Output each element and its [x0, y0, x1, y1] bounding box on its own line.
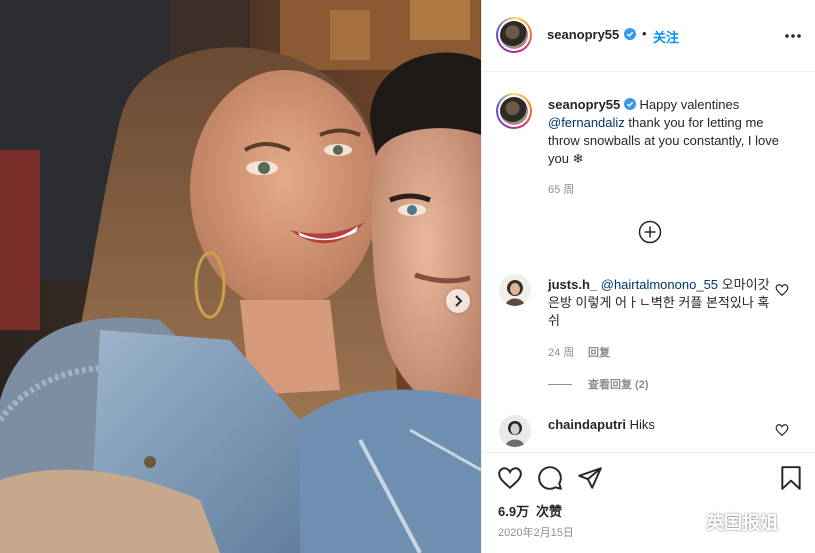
caption-mention-link[interactable]: @fernandaliz	[548, 115, 625, 130]
likes-label[interactable]: 次赞	[536, 501, 562, 520]
post-actions-bar: 6.9万 次赞 2020年2月15日 英国报姐	[482, 452, 815, 553]
share-paper-plane-icon[interactable]	[577, 465, 603, 491]
reply-button[interactable]: 回复	[588, 344, 610, 360]
save-bookmark-icon[interactable]	[778, 465, 804, 491]
view-replies-label: 查看回复 (2)	[588, 379, 649, 391]
verified-badge-icon	[623, 98, 636, 110]
caption-timestamp: 65 周	[548, 184, 575, 196]
replies-divider-line	[548, 383, 572, 385]
comment-avatar[interactable]	[499, 415, 531, 447]
post-caption: seanopry55 Happy valentines @fernandaliz…	[548, 96, 798, 168]
verified-badge-icon	[624, 28, 636, 40]
comment-username[interactable]: justs.h_	[548, 277, 597, 292]
chevron-right-icon	[455, 295, 463, 307]
comment-like-heart-icon[interactable]	[775, 423, 789, 437]
comment-avatar[interactable]	[499, 274, 531, 306]
comment-text: Hiks	[626, 417, 655, 432]
more-options-icon[interactable]	[782, 28, 804, 44]
comment-timestamp: 24 周	[548, 347, 575, 359]
caption-author-avatar[interactable]	[496, 93, 532, 129]
author-avatar[interactable]	[496, 17, 532, 53]
follow-button[interactable]: 关注	[653, 27, 679, 46]
caption-username[interactable]: seanopry55	[548, 97, 620, 112]
next-photo-button[interactable]	[446, 289, 470, 313]
watermark: 英国报姐	[672, 509, 778, 535]
like-heart-icon[interactable]	[497, 465, 523, 491]
post-header: seanopry55 • 关注	[482, 0, 815, 72]
comment-like-heart-icon[interactable]	[775, 283, 789, 297]
likes-count[interactable]: 6.9万	[498, 501, 529, 520]
comment-body: justs.h_ @hairtalmonono_55 오마이갓 은방 이렇게 어…	[548, 276, 773, 330]
comment-mention-link[interactable]: @hairtalmonono_55	[601, 277, 718, 292]
view-replies-button[interactable]: 查看回复 (2)	[548, 376, 649, 392]
load-more-comments-icon[interactable]	[638, 220, 662, 244]
post-photo[interactable]	[0, 0, 481, 553]
comment-bubble-icon[interactable]	[537, 465, 563, 491]
post-side-panel: seanopry55 • 关注 seanopry55 Happy valenti…	[481, 0, 815, 553]
watermark-text: 英国报姐	[706, 513, 778, 533]
post-date: 2020年2月15日	[498, 527, 574, 539]
header-separator-dot: •	[642, 26, 647, 41]
caption-text-start: Happy valentines	[635, 97, 740, 112]
comment-username[interactable]: chaindaputri	[548, 417, 626, 432]
author-username[interactable]: seanopry55	[547, 27, 619, 42]
couple-selfie-image	[0, 0, 481, 553]
instagram-post: seanopry55 • 关注 seanopry55 Happy valenti…	[0, 0, 815, 553]
comment-body: chaindaputri Hiks	[548, 417, 655, 432]
wechat-logo-icon	[672, 511, 698, 532]
